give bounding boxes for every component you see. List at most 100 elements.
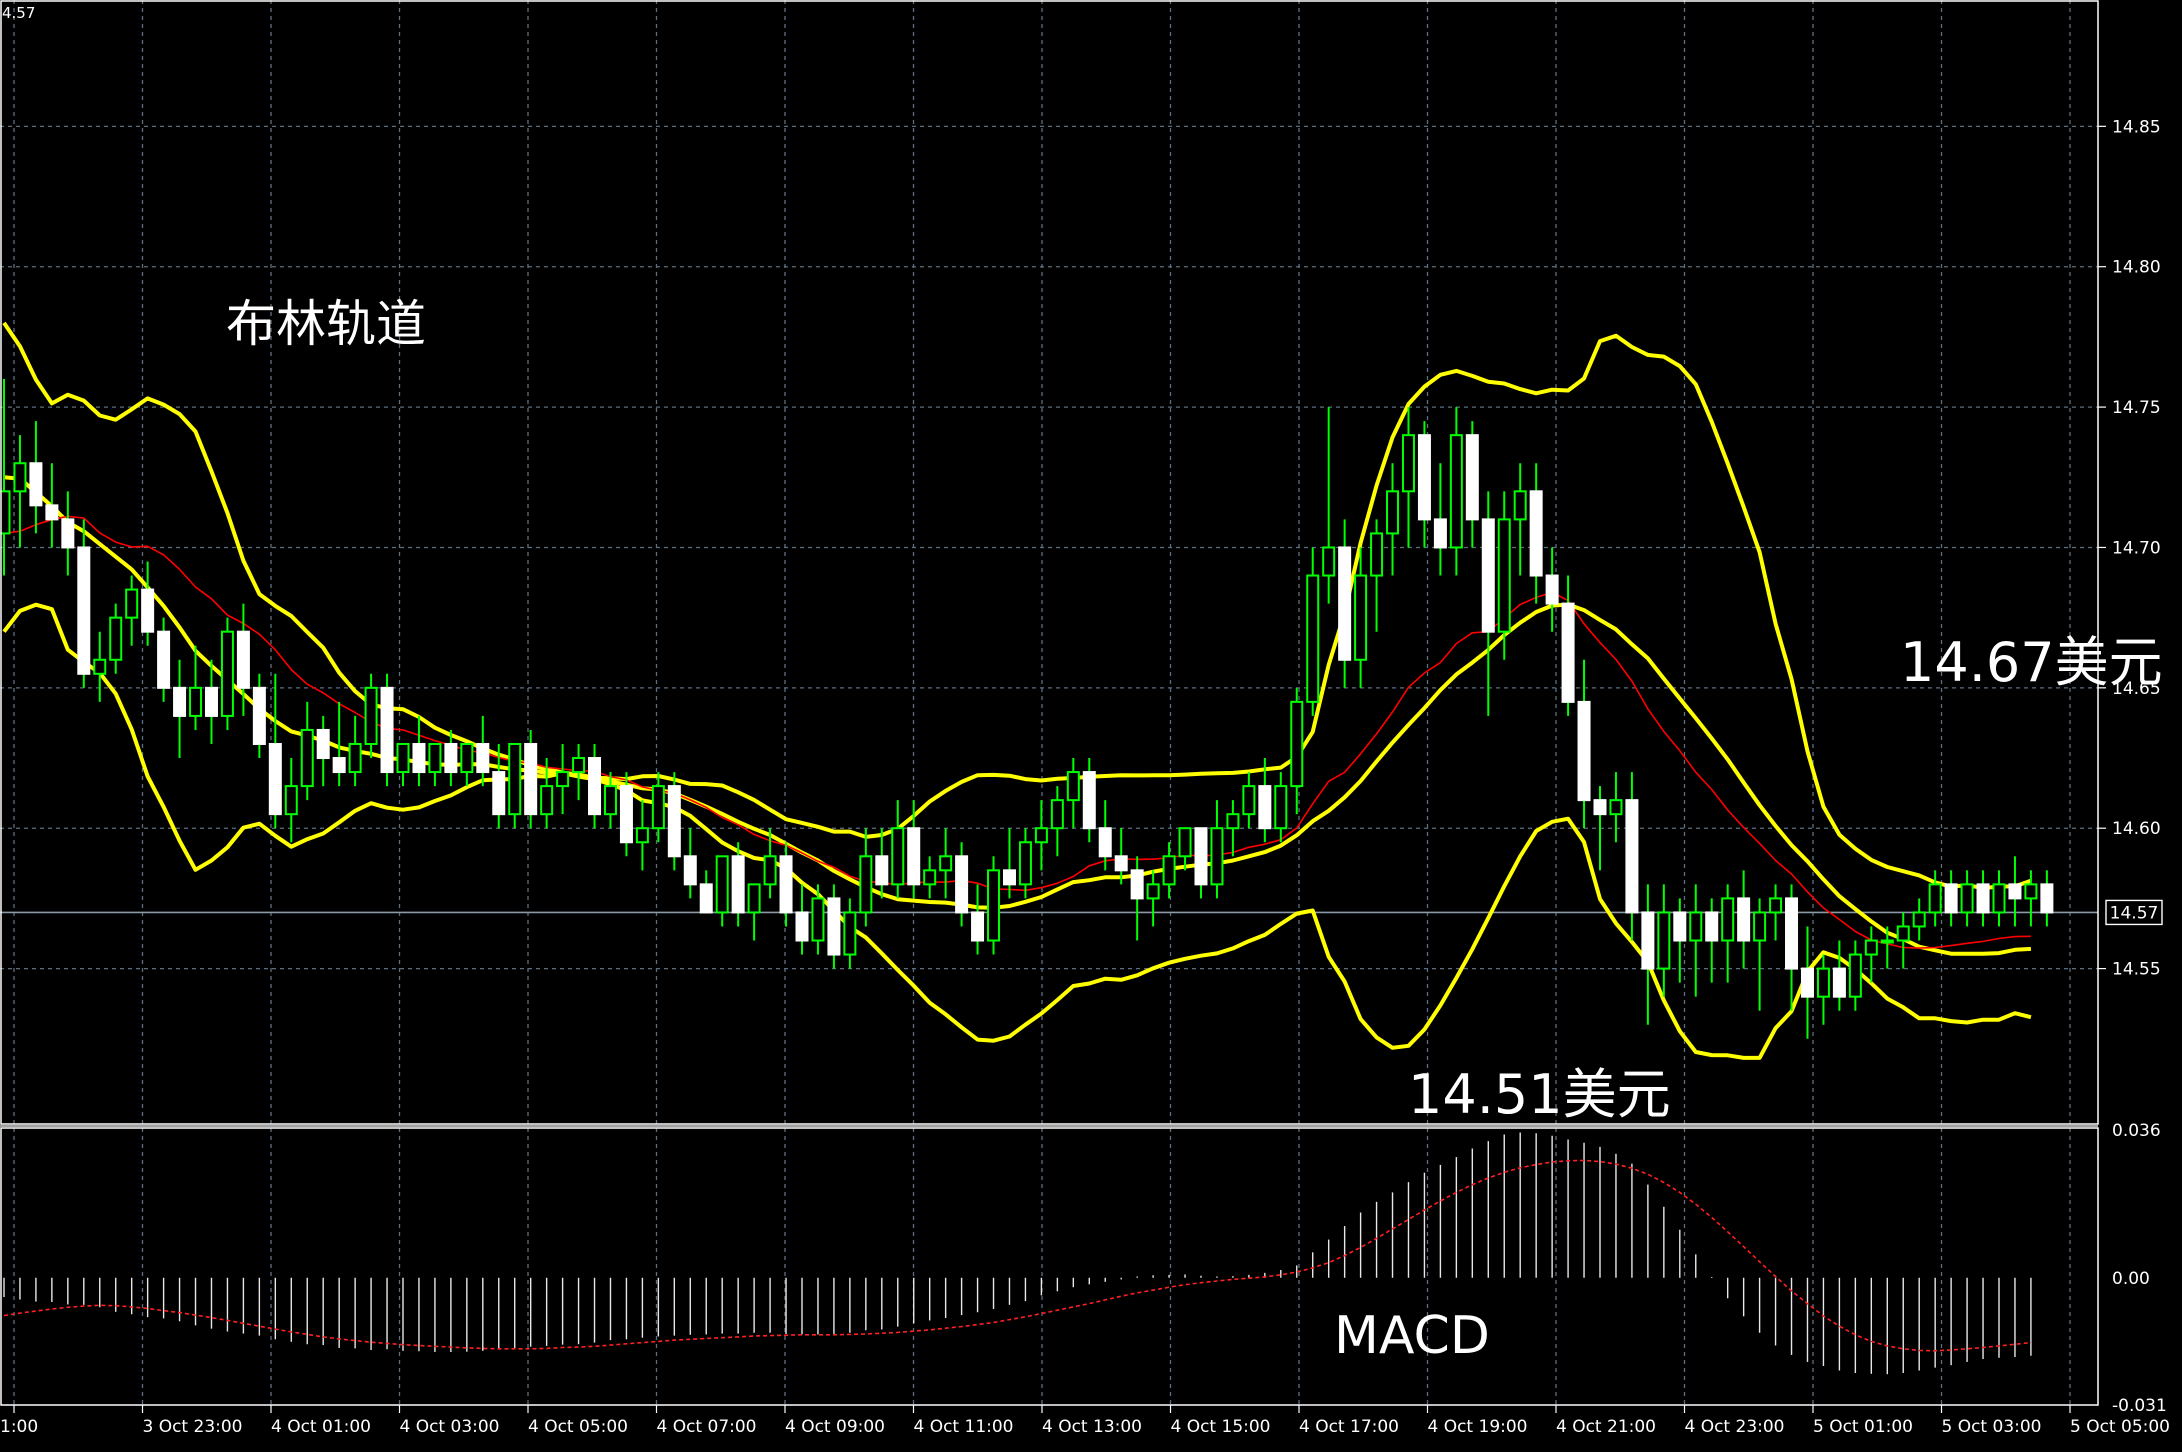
candle-body: [763, 855, 777, 886]
candle-body: [77, 546, 91, 675]
candle-body: [1146, 883, 1160, 900]
candle-body: [284, 785, 298, 816]
candle-body: [1417, 434, 1431, 521]
candle-body: [987, 869, 1001, 942]
candle-body: [61, 518, 75, 549]
candle-body: [1178, 827, 1192, 858]
y-tick-label: 14.75: [2112, 398, 2161, 418]
candle-body: [1864, 939, 1878, 956]
candle-body: [252, 686, 266, 745]
x-tick-label: 1:00: [0, 1417, 38, 1437]
macd-title: MACD: [1334, 1306, 1490, 1366]
candle-body: [236, 630, 250, 689]
candle-body: [268, 742, 282, 816]
candle-body: [891, 827, 905, 886]
candle-down: [667, 772, 681, 871]
candle-body: [1130, 869, 1144, 900]
candle-body: [939, 855, 953, 872]
candle-body: [795, 911, 809, 942]
candle-body: [1625, 799, 1639, 914]
y-tick-label: 14.55: [2112, 960, 2161, 980]
x-tick-label: 4 Oct 13:00: [1042, 1417, 1142, 1437]
candle-body: [1338, 546, 1352, 661]
candle-body: [1785, 897, 1799, 970]
x-tick-label: 5 Oct 01:00: [1813, 1417, 1913, 1437]
x-tick-label: 4 Oct 19:00: [1427, 1417, 1527, 1437]
candle-body: [1561, 602, 1575, 703]
lower-band-label: 14.51美元: [1408, 1063, 1671, 1126]
candle-body: [1545, 574, 1559, 605]
macd-tick-label: 0.00: [2112, 1269, 2150, 1289]
candle-body: [1401, 434, 1415, 493]
candle-body: [508, 742, 522, 816]
candle-body: [13, 462, 27, 493]
x-tick-label: 4 Oct 17:00: [1299, 1417, 1399, 1437]
candle-body: [1816, 967, 1830, 998]
x-tick-label: 4 Oct 01:00: [271, 1417, 371, 1437]
top-price-label: 4.57: [2, 4, 35, 22]
candle-body: [1258, 785, 1272, 830]
candle-body: [779, 855, 793, 914]
candle-body: [189, 686, 203, 717]
candle-body: [843, 911, 857, 956]
y-tick-label: 14.80: [2112, 258, 2161, 278]
candle-body: [1912, 911, 1926, 928]
candle-body: [1098, 827, 1112, 858]
upper-band-label: 14.67美元: [1900, 631, 2163, 694]
candle-body: [1992, 883, 2006, 914]
candle-body: [1433, 518, 1447, 549]
macd-tick-label: -0.031: [2112, 1396, 2167, 1416]
candle-body: [1497, 518, 1511, 633]
candle-body: [1322, 546, 1336, 577]
candle-body: [635, 827, 649, 844]
candle-body: [2024, 883, 2038, 900]
candle-body: [731, 855, 745, 914]
x-tick-label: 4 Oct 11:00: [913, 1417, 1013, 1437]
candle-down: [524, 729, 538, 829]
x-tick-label: 4 Oct 05:00: [528, 1417, 628, 1437]
candle-body: [1896, 925, 1910, 942]
candle-body: [955, 855, 969, 914]
candle-body: [29, 462, 43, 507]
candle-body: [1976, 883, 1990, 914]
candle-body: [1529, 490, 1543, 577]
candle-body: [619, 785, 633, 844]
candle-body: [715, 855, 729, 914]
candle-body: [1290, 700, 1304, 788]
candle-body: [588, 757, 602, 816]
candle-body: [220, 630, 234, 717]
candle-body: [141, 588, 155, 633]
candle-body: [1800, 967, 1814, 998]
candle-body: [1753, 911, 1767, 942]
x-tick-label: 4 Oct 23:00: [1684, 1417, 1784, 1437]
candle-body: [603, 785, 617, 816]
candle-body: [1002, 869, 1016, 886]
candle-body: [1449, 434, 1463, 549]
candle-body: [444, 742, 458, 774]
y-tick-label: 14.70: [2112, 538, 2161, 558]
candle-body: [859, 855, 873, 914]
candle-body: [492, 771, 506, 816]
candle-body: [667, 785, 681, 858]
candle-body: [1370, 532, 1384, 577]
candle-up: [220, 617, 234, 730]
candle-body: [971, 911, 985, 942]
candle-body: [1928, 883, 1942, 914]
candle-body: [1769, 897, 1783, 914]
candle-body: [1705, 911, 1719, 942]
candle-body: [1162, 855, 1176, 886]
x-tick-label: 3 Oct 23:00: [142, 1417, 242, 1437]
candle-body: [1880, 939, 1894, 944]
candle-body: [1593, 799, 1607, 816]
candle-body: [364, 686, 378, 745]
candle-body: [1848, 953, 1862, 998]
candle-body: [1465, 434, 1479, 521]
candle-body: [348, 742, 362, 774]
candle-body: [1944, 883, 1958, 914]
bollinger-title: 布林轨道: [226, 295, 426, 353]
candle-body: [651, 785, 665, 830]
candle-body: [380, 686, 394, 774]
candle-body: [1689, 911, 1703, 942]
candle-body: [827, 897, 841, 956]
candle-body: [524, 742, 538, 816]
